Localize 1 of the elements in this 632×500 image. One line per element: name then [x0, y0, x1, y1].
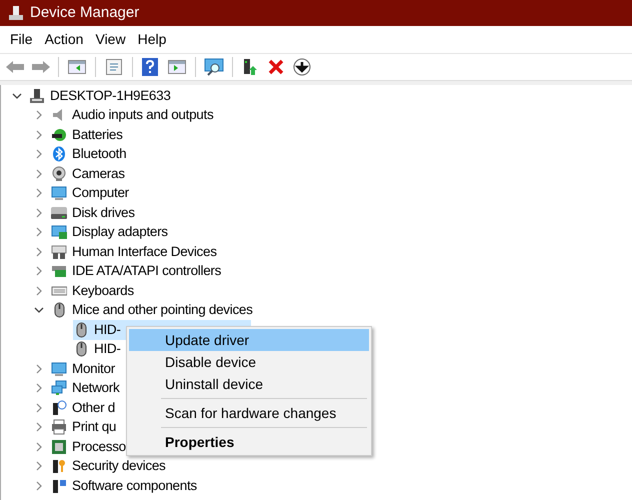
window-title: Device Manager [30, 2, 140, 23]
